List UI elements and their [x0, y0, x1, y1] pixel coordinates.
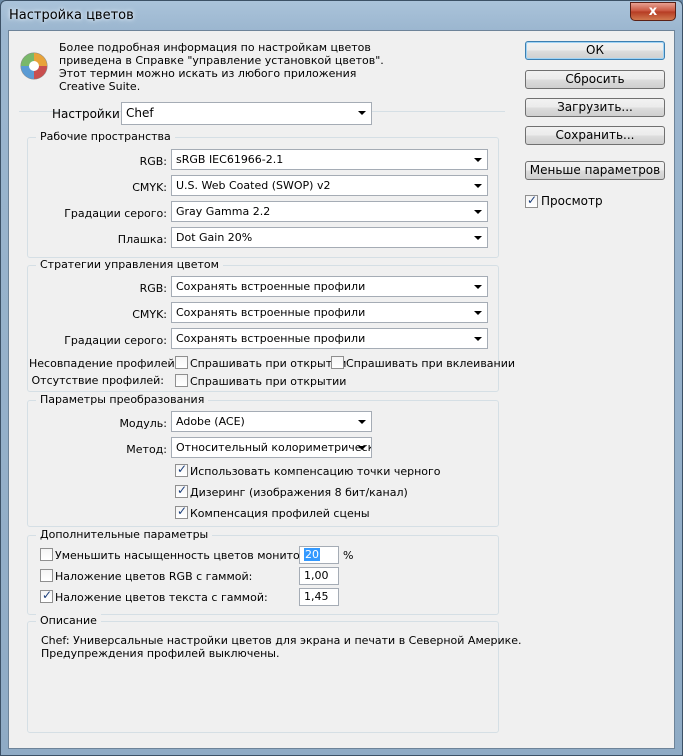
mismatch-paste-checkbox[interactable]: [331, 356, 344, 369]
blend-rgb-checkbox[interactable]: [40, 569, 53, 582]
blend-text-input[interactable]: 1,45: [299, 588, 339, 606]
policy-cmyk-value: Сохранять встроенные профили: [176, 306, 366, 319]
ws-rgb-label: RGB:: [139, 155, 167, 168]
ws-rgb-value: sRGB IEC61966-2.1: [176, 153, 284, 166]
missing-label: Отсутствие профилей:: [31, 374, 165, 387]
scene-label: Компенсация профилей сцены: [190, 507, 370, 520]
policy-rgb-select[interactable]: Сохранять встроенные профили: [171, 276, 488, 297]
missing-open-label: Спрашивать при открытии: [190, 375, 347, 388]
ws-cmyk-value: U.S. Web Coated (SWOP) v2: [176, 179, 331, 192]
description-line-2: Предупреждения профилей выключены.: [41, 647, 280, 660]
chevron-down-icon: [474, 210, 482, 214]
engine-select[interactable]: Adobe (ACE): [171, 411, 372, 432]
color-settings-window: Настройка цветов x Более подробная инфор…: [0, 0, 683, 756]
chevron-down-icon: [474, 285, 482, 289]
chevron-down-icon: [358, 446, 366, 450]
title-bar[interactable]: Настройка цветов x: [1, 1, 682, 31]
desaturate-value: 20: [304, 548, 320, 561]
mismatch-label: Несовпадение профилей:: [29, 357, 179, 370]
desaturate-checkbox[interactable]: [40, 548, 53, 561]
color-wheel-icon: [20, 52, 48, 80]
ok-button[interactable]: ОК: [525, 41, 665, 60]
settings-value: Chef: [126, 106, 154, 120]
mismatch-open-label: Спрашивать при открытии: [190, 357, 347, 370]
chevron-down-icon: [474, 311, 482, 315]
policy-gray-value: Сохранять встроенные профили: [176, 332, 366, 345]
missing-open-checkbox[interactable]: [175, 374, 188, 387]
blend-text-label: Наложение цветов текста с гаммой:: [55, 591, 268, 604]
chevron-down-icon: [358, 420, 366, 424]
dialog-body: Более подробная информация по настройкам…: [8, 30, 675, 749]
save-button[interactable]: Сохранить...: [525, 126, 665, 145]
load-button[interactable]: Загрузить...: [525, 98, 665, 117]
chevron-down-icon: [474, 158, 482, 162]
policy-cmyk-label: CMYK:: [132, 308, 167, 321]
ws-gray-label: Градации серого:: [64, 207, 167, 220]
policy-gray-label: Градации серого:: [64, 334, 167, 347]
preview-checkbox[interactable]: [525, 193, 538, 208]
policy-rgb-label: RGB:: [139, 282, 167, 295]
blend-text-checkbox[interactable]: [40, 588, 53, 603]
chevron-down-icon: [358, 111, 366, 115]
working-spaces-legend: Рабочие пространства: [36, 130, 175, 143]
info-text: Более подробная информация по настройкам…: [59, 41, 384, 93]
conversion-legend: Параметры преобразования: [36, 393, 209, 406]
blend-rgb-input[interactable]: 1,00: [299, 567, 339, 585]
desaturate-input[interactable]: 20: [299, 546, 339, 564]
scene-checkbox[interactable]: [175, 504, 188, 519]
desaturate-label: Уменьшить насыщенность цветов монитора н…: [55, 549, 335, 562]
preview-label: Просмотр: [541, 194, 603, 208]
ws-gray-select[interactable]: Gray Gamma 2.2: [171, 201, 488, 222]
ws-cmyk-label: CMYK:: [132, 181, 167, 194]
ws-spot-value: Dot Gain 20%: [176, 231, 253, 244]
window-title: Настройка цветов: [9, 8, 134, 23]
intent-label: Метод:: [126, 443, 167, 456]
bpc-checkbox[interactable]: [175, 462, 188, 477]
description-legend: Описание: [36, 614, 101, 627]
reset-button[interactable]: Сбросить: [525, 70, 665, 89]
advanced-legend: Дополнительные параметры: [36, 528, 213, 541]
ws-cmyk-select[interactable]: U.S. Web Coated (SWOP) v2: [171, 175, 488, 196]
mismatch-paste-label: Спрашивать при вклеивании: [346, 357, 516, 370]
blend-rgb-label: Наложение цветов RGB с гаммой:: [55, 570, 253, 583]
settings-label: Настройки:: [52, 107, 124, 121]
close-button[interactable]: x: [630, 2, 676, 21]
bpc-label: Использовать компенсацию точки черного: [190, 465, 441, 478]
mismatch-open-checkbox[interactable]: [175, 356, 188, 369]
dither-checkbox[interactable]: [175, 483, 188, 498]
policy-rgb-value: Сохранять встроенные профили: [176, 280, 366, 293]
ws-spot-label: Плашка:: [117, 233, 167, 246]
desaturate-unit: %: [343, 549, 354, 562]
chevron-down-icon: [474, 236, 482, 240]
engine-label: Модуль:: [119, 417, 167, 430]
chevron-down-icon: [474, 184, 482, 188]
dither-label: Дизеринг (изображения 8 бит/канал): [190, 486, 408, 499]
ws-spot-select[interactable]: Dot Gain 20%: [171, 227, 488, 248]
ws-gray-value: Gray Gamma 2.2: [176, 205, 271, 218]
fewer-options-button[interactable]: Меньше параметров: [525, 161, 665, 180]
settings-select[interactable]: Chef: [121, 102, 372, 125]
intent-select[interactable]: Относительный колориметрический: [171, 437, 372, 458]
policy-gray-select[interactable]: Сохранять встроенные профили: [171, 328, 488, 349]
chevron-down-icon: [474, 337, 482, 341]
description-line-1: Chef: Универсальные настройки цветов для…: [41, 634, 522, 647]
ws-rgb-select[interactable]: sRGB IEC61966-2.1: [171, 149, 488, 170]
policies-legend: Стратегии управления цветом: [36, 258, 223, 271]
engine-value: Adobe (ACE): [176, 415, 245, 428]
policy-cmyk-select[interactable]: Сохранять встроенные профили: [171, 302, 488, 323]
intent-value: Относительный колориметрический: [176, 441, 372, 454]
